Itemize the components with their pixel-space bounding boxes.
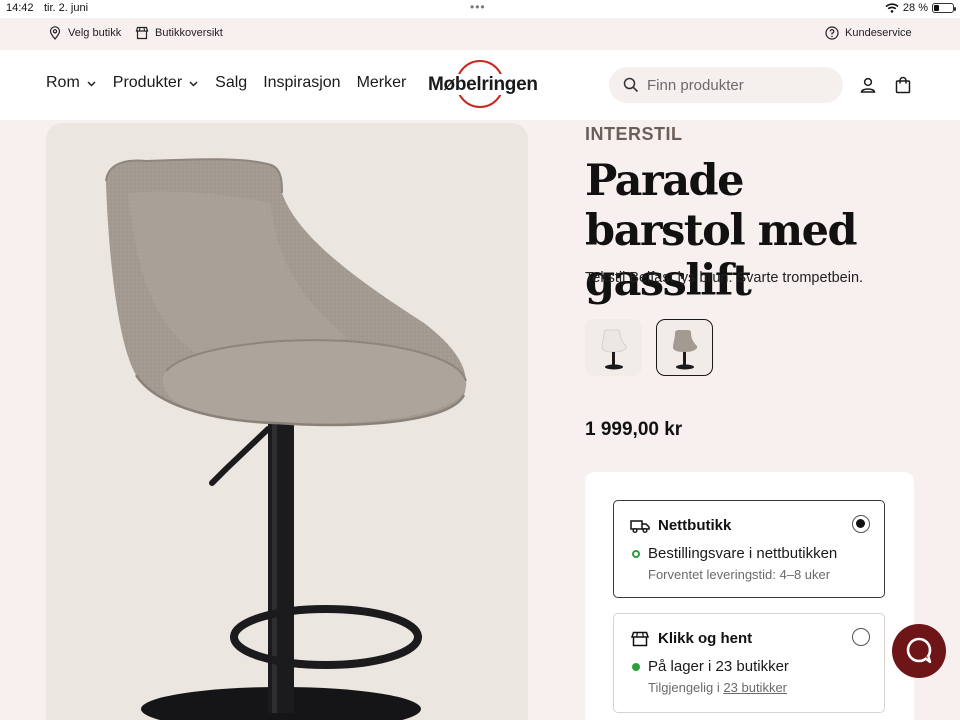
option-header: Nettbutikk — [630, 517, 731, 534]
truck-icon — [630, 519, 650, 533]
product-subtitle: Tekstil Belfast lys brun. Svarte trompet… — [585, 270, 864, 286]
chevron-down-icon — [189, 80, 198, 87]
main-header: Rom Produkter Salg Inspirasjon Merker Mø… — [0, 50, 960, 120]
utility-bar: Velg butikk Butikkoversikt Kundeservice — [0, 18, 960, 50]
location-pin-icon — [49, 26, 61, 40]
status-date: tir. 2. juni — [44, 2, 89, 14]
option-status: På lager i 23 butikker — [632, 658, 789, 675]
nav-item-inspirasjon[interactable]: Inspirasjon — [263, 74, 340, 92]
customer-service-link[interactable]: Kundeservice — [825, 26, 912, 40]
nav-label: Merker — [356, 74, 407, 91]
availability-ring-icon — [632, 549, 640, 558]
logo[interactable]: Møbelringen — [428, 60, 538, 112]
variant-light-brown[interactable] — [656, 319, 713, 376]
search-input[interactable] — [647, 76, 827, 94]
logo-text: Møbelringen — [428, 74, 538, 95]
battery-percent: 28 % — [902, 2, 928, 14]
chat-button[interactable] — [892, 624, 946, 678]
variant-light-brown-thumbnail — [673, 330, 698, 370]
main-nav: Rom Produkter Salg Inspirasjon Merker — [46, 74, 406, 92]
store-overview-label: Butikkoversikt — [155, 27, 223, 39]
search-bar[interactable] — [609, 67, 843, 103]
status-text: På lager i 23 butikker — [648, 658, 789, 675]
status-time: 14:42 — [6, 2, 34, 14]
nav-label: Salg — [215, 74, 248, 91]
option-title: Nettbutikk — [658, 517, 732, 534]
help-circle-icon — [825, 26, 839, 40]
product-image[interactable] — [46, 123, 528, 720]
store-overview-link[interactable]: Butikkoversikt — [135, 26, 223, 40]
radio-click-and-collect[interactable] — [852, 628, 870, 646]
wifi-icon — [885, 3, 899, 13]
status-indicators: 28 % — [885, 2, 956, 14]
chat-bubble-icon — [906, 637, 932, 664]
select-store-label: Velg butikk — [68, 27, 122, 39]
store-icon — [630, 631, 650, 646]
nav-item-produkter[interactable]: Produkter — [113, 74, 199, 92]
option-status: Bestillingsvare i nettbutikken — [632, 545, 837, 562]
chevron-down-icon — [87, 80, 96, 87]
in-stock-dot-icon — [632, 662, 640, 671]
delivery-options: Nettbutikk Bestillingsvare i nettbutikke… — [585, 472, 914, 720]
status-text: Bestillingsvare i nettbutikken — [648, 545, 838, 562]
option-title: Klikk og hent — [658, 630, 753, 647]
battery-icon — [932, 3, 956, 13]
nav-item-rom[interactable]: Rom — [46, 74, 97, 92]
bar-stool-image — [105, 158, 467, 720]
availability-prefix: Tilgjengelig i — [648, 680, 724, 695]
store-icon — [135, 26, 149, 40]
product-brand[interactable]: INTERSTIL — [585, 124, 683, 145]
nav-label: Rom — [46, 74, 80, 91]
battery-fill — [934, 5, 939, 11]
shopping-bag-icon[interactable] — [894, 76, 912, 94]
multitask-dots-icon[interactable]: ••• — [470, 0, 486, 14]
ios-status-bar: 14:42 tir. 2. juni ••• 28 % — [0, 0, 960, 18]
variant-white-thumbnail — [601, 329, 627, 370]
customer-service-label: Kundeservice — [845, 27, 912, 39]
product-price: 1 999,00 kr — [585, 419, 683, 440]
radio-online-store[interactable] — [852, 515, 870, 533]
click-and-collect-option[interactable]: Klikk og hent På lager i 23 butikker Til… — [613, 613, 885, 713]
user-icon[interactable] — [859, 76, 877, 94]
nav-item-salg[interactable]: Salg — [215, 74, 247, 92]
select-store-link[interactable]: Velg butikk — [48, 26, 121, 40]
option-header: Klikk og hent — [630, 630, 752, 647]
nav-item-merker[interactable]: Merker — [357, 74, 407, 92]
search-icon — [623, 77, 639, 93]
availability-detail: Tilgjengelig i 23 butikker — [648, 680, 787, 695]
online-store-option[interactable]: Nettbutikk Bestillingsvare i nettbutikke… — [613, 500, 885, 598]
nav-label: Produkter — [112, 74, 183, 91]
delivery-time: Forventet leveringstid: 4–8 uker — [648, 567, 831, 582]
stores-link[interactable]: 23 butikker — [723, 680, 787, 695]
nav-label: Inspirasjon — [263, 74, 341, 91]
variant-white[interactable] — [585, 319, 642, 376]
